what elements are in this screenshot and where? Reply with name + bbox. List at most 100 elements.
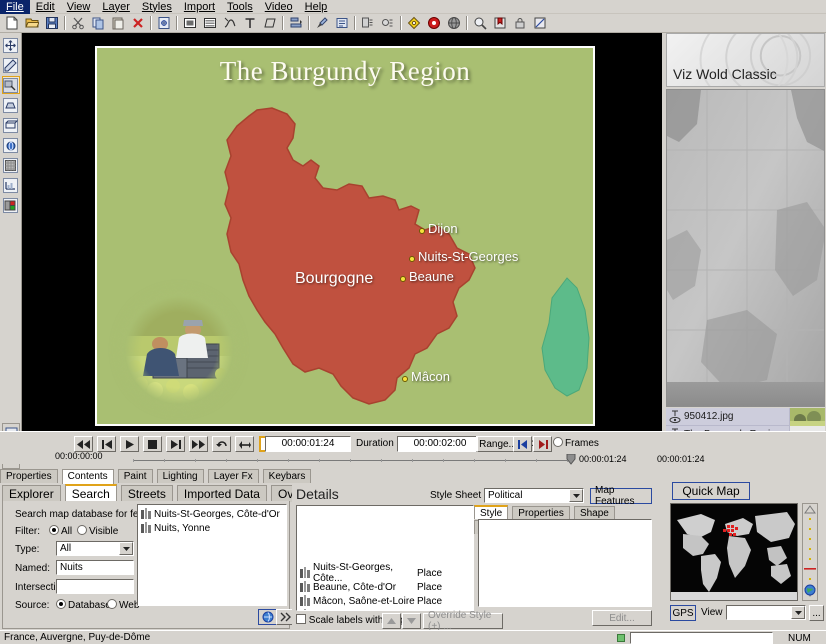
menu-tools[interactable]: Tools bbox=[221, 0, 259, 14]
map-features-button[interactable]: Map Features bbox=[590, 488, 652, 504]
globe-small-icon[interactable] bbox=[804, 584, 816, 599]
plane-tool[interactable] bbox=[2, 116, 20, 134]
tab-search[interactable]: Search bbox=[65, 484, 117, 501]
properties-icon[interactable] bbox=[332, 15, 352, 32]
play-button[interactable] bbox=[120, 436, 139, 452]
refresh-map-icon[interactable] bbox=[154, 15, 174, 32]
paste-icon[interactable] bbox=[108, 15, 128, 32]
menu-video[interactable]: Video bbox=[259, 0, 299, 14]
current-timecode-field[interactable]: 00:00:01:24 bbox=[265, 436, 351, 452]
tab-keybars[interactable]: Keybars bbox=[263, 469, 312, 483]
zoom-slider[interactable] bbox=[802, 503, 818, 601]
layer-row-image[interactable]: 950412.jpg bbox=[666, 408, 825, 426]
menu-import[interactable]: Import bbox=[178, 0, 221, 14]
tab-streets[interactable]: Streets bbox=[121, 485, 173, 502]
timeline-track[interactable] bbox=[133, 459, 573, 463]
menu-help[interactable]: Help bbox=[299, 0, 334, 14]
style-tab-style[interactable]: Style bbox=[474, 505, 508, 519]
menu-layer[interactable]: Layer bbox=[96, 0, 136, 14]
paint-brush-icon[interactable] bbox=[312, 15, 332, 32]
list-item[interactable]: Nuits, Yonne bbox=[138, 521, 286, 535]
visibility-eye-icon[interactable] bbox=[668, 409, 684, 425]
tab-layer-fx[interactable]: Layer Fx bbox=[208, 469, 259, 483]
list-item[interactable]: Nuits-St-Georges, Côte-d'Or bbox=[138, 507, 286, 521]
pan-move-tool[interactable] bbox=[2, 36, 20, 54]
perspective-tool[interactable] bbox=[2, 96, 20, 114]
move-up-button[interactable] bbox=[382, 613, 401, 629]
style-content-area[interactable] bbox=[478, 519, 652, 607]
tab-paint[interactable]: Paint bbox=[118, 469, 153, 483]
step-forward-button[interactable] bbox=[166, 436, 185, 452]
tab-explorer[interactable]: Explorer bbox=[2, 485, 61, 502]
loop-button[interactable] bbox=[212, 436, 231, 452]
source-radio-database[interactable]: Database bbox=[56, 599, 111, 611]
type-combo[interactable]: All bbox=[56, 541, 134, 556]
menu-styles[interactable]: Styles bbox=[136, 0, 178, 14]
override-style-button[interactable]: Override Style (+) ... bbox=[423, 613, 503, 629]
chevron-down-icon[interactable] bbox=[569, 489, 583, 502]
frames-radio[interactable]: Frames bbox=[553, 437, 599, 449]
delete-x-icon[interactable] bbox=[128, 15, 148, 32]
texture-tool[interactable] bbox=[2, 156, 20, 174]
color-layers-tool[interactable] bbox=[2, 196, 20, 214]
mark-in-button[interactable] bbox=[513, 436, 532, 452]
quick-map-button[interactable]: Quick Map bbox=[672, 482, 750, 500]
layers-add-icon[interactable] bbox=[358, 15, 378, 32]
browse-button[interactable]: ... bbox=[809, 605, 824, 621]
intersection-input[interactable] bbox=[56, 579, 134, 594]
draw-path-icon[interactable] bbox=[220, 15, 240, 32]
marker-diamond-icon[interactable] bbox=[404, 15, 424, 32]
menu-view[interactable]: View bbox=[61, 0, 97, 14]
duration-field[interactable]: 00:00:02:00 bbox=[397, 436, 483, 452]
style-tab-properties[interactable]: Properties bbox=[512, 506, 570, 520]
chevron-down-icon[interactable] bbox=[791, 606, 805, 619]
preview-canvas[interactable]: The Burgundy Region Bourgogne Dijon Nuit… bbox=[22, 33, 662, 431]
globe-gray-icon[interactable] bbox=[444, 15, 464, 32]
move-down-button[interactable] bbox=[402, 613, 421, 629]
legend-icon[interactable] bbox=[200, 15, 220, 32]
search-results-list[interactable]: Nuits-St-Georges, Côte-d'Or Nuits, Yonne bbox=[137, 504, 287, 606]
tab-contents[interactable]: Contents bbox=[62, 469, 114, 484]
table-row[interactable]: Mâcon, Saône-et-Loire Place bbox=[297, 594, 473, 608]
filter-radio-all[interactable]: All bbox=[49, 525, 72, 537]
globe-view[interactable] bbox=[666, 89, 825, 407]
pingpong-button[interactable] bbox=[235, 436, 254, 452]
details-feature-list[interactable]: Nuits-St-Georges, Côte... Place Beaune, … bbox=[296, 505, 474, 611]
step-back-button[interactable] bbox=[97, 436, 116, 452]
menu-file[interactable]: File bbox=[0, 0, 30, 14]
copy-icon[interactable] bbox=[88, 15, 108, 32]
edit-button[interactable]: Edit... bbox=[592, 610, 652, 626]
style-sheet-combo[interactable]: Political bbox=[484, 488, 584, 503]
named-input[interactable]: Nuits bbox=[56, 560, 134, 575]
globe-rotate-tool[interactable] bbox=[2, 136, 20, 154]
tab-lighting[interactable]: Lighting bbox=[157, 469, 204, 483]
status-input-field[interactable] bbox=[630, 632, 773, 644]
world-overview-map[interactable] bbox=[670, 503, 798, 601]
table-row[interactable]: Nuits-St-Georges, Côte... Place bbox=[297, 566, 473, 580]
menu-edit[interactable]: Edit bbox=[30, 0, 61, 14]
vineyard-harvest-photo[interactable] bbox=[125, 296, 233, 404]
bookmark-icon[interactable] bbox=[490, 15, 510, 32]
timeline-playhead[interactable] bbox=[566, 454, 576, 468]
map-composition[interactable]: The Burgundy Region Bourgogne Dijon Nuit… bbox=[95, 46, 595, 426]
cut-scissors-icon[interactable] bbox=[68, 15, 88, 32]
gps-button[interactable]: GPS bbox=[670, 605, 696, 621]
lock-icon[interactable] bbox=[510, 15, 530, 32]
view-combo[interactable] bbox=[726, 605, 806, 620]
new-document-icon[interactable] bbox=[2, 15, 22, 32]
rewind-to-start-button[interactable] bbox=[74, 436, 93, 452]
style-tab-shape[interactable]: Shape bbox=[574, 506, 615, 520]
open-folder-icon[interactable] bbox=[22, 15, 42, 32]
chevron-down-icon[interactable] bbox=[119, 542, 133, 555]
layers-remove-icon[interactable] bbox=[378, 15, 398, 32]
profile-tool[interactable] bbox=[2, 176, 20, 194]
filter-radio-visible[interactable]: Visible bbox=[77, 525, 118, 537]
shape-tool-icon[interactable] bbox=[260, 15, 280, 32]
table-row[interactable]: Beaune, Côte-d'Or Place bbox=[297, 580, 473, 594]
tab-imported-data[interactable]: Imported Data bbox=[177, 485, 267, 502]
zoom-region-icon[interactable] bbox=[470, 15, 490, 32]
tab-properties[interactable]: Properties bbox=[0, 469, 58, 483]
lighting-tool[interactable] bbox=[2, 56, 20, 74]
target-red-icon[interactable] bbox=[424, 15, 444, 32]
frame-icon[interactable] bbox=[180, 15, 200, 32]
